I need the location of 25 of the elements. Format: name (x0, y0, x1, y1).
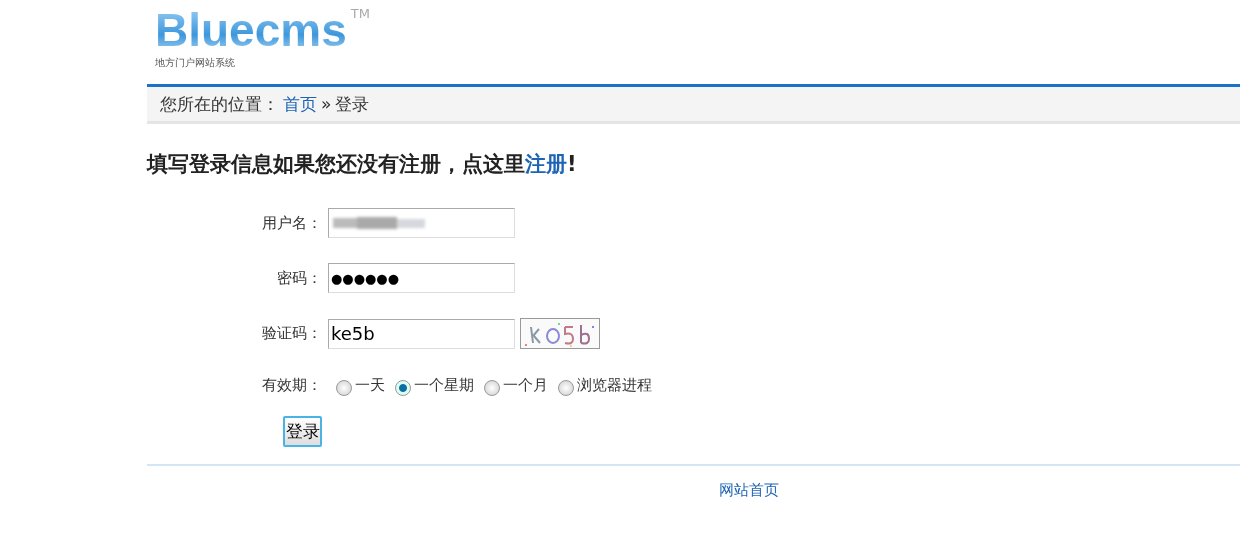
validity-option[interactable]: 一天 (336, 374, 385, 396)
login-button[interactable]: 登录 (283, 416, 322, 447)
field-label: 有效期： (261, 375, 322, 395)
validity-option[interactable]: 一个星期 (395, 374, 474, 396)
footer-link[interactable]: 网站首页 (718, 481, 779, 500)
breadcrumb-separator: » (321, 94, 332, 114)
breadcrumb-current: 登录 (335, 92, 370, 116)
field-label: 密码： (276, 268, 322, 288)
username-field[interactable] (328, 208, 515, 238)
validity-option[interactable]: 一个月 (484, 374, 548, 396)
radio-button[interactable] (558, 380, 574, 396)
logo-tagline: 地方门户网站系统 (155, 56, 236, 70)
page-heading: 填写登录信息如果您还没有注册，点这里注册! (147, 151, 578, 178)
radio-button[interactable] (336, 380, 352, 396)
password-field[interactable]: ●●●●●● (328, 263, 515, 293)
radio-button[interactable] (484, 380, 500, 396)
validity-option[interactable]: 浏览器进程 (558, 374, 652, 396)
radio-button[interactable] (395, 380, 411, 396)
breadcrumb-prefix: 您所在的位置： (160, 92, 279, 116)
field-label: 用户名： (261, 213, 322, 233)
register-link[interactable]: 注册 (525, 152, 567, 176)
captcha-field[interactable]: ke5b (328, 318, 515, 349)
field-label: 验证码： (261, 324, 322, 343)
breadcrumb-link[interactable]: 首页 (283, 92, 317, 116)
trademark-mark: TM (350, 6, 370, 21)
